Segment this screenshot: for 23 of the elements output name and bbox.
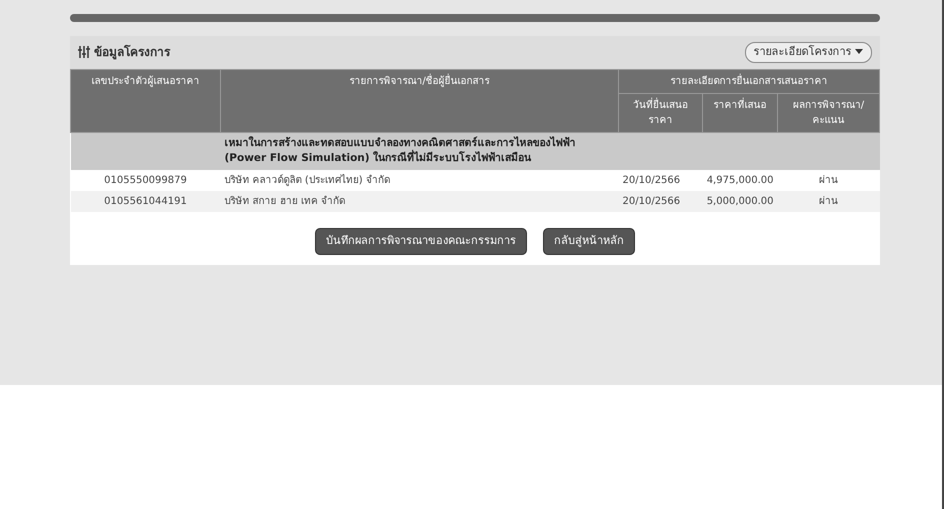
table-cell: 5,000,000.00 (702, 191, 778, 212)
table-cell: ผ่าน (777, 170, 880, 191)
home-button[interactable]: กลับสู่หน้าหลัก (543, 228, 635, 254)
sliders-icon (78, 46, 90, 58)
column-header: รายละเอียดการยื่นเอกสารเสนอราคา (618, 69, 880, 93)
table-cell: บริษัท สกาย ฮาย เทค จำกัด (220, 191, 618, 212)
table-cell: บริษัท คลาวด์ดูลิต (ประเทศไทย) จำกัด (220, 170, 618, 191)
table-cell: 0105550099879 (70, 170, 220, 191)
column-header: เลขประจำตัวผู้เสนอราคา (70, 69, 220, 132)
column-header: ราคาที่เสนอ (702, 93, 778, 132)
table-cell: 0105561044191 (70, 191, 220, 212)
save-button[interactable]: บันทึกผลการพิจารณาของคณะกรรมการ (315, 228, 527, 254)
caret-icon (855, 49, 863, 54)
project-name: เหมาในการสร้างและทดสอบแบบจำลองทางคณิตศาสตร์และการไหลของไฟฟ้า (Power Flow Simulation) ในกรณีที่ไม่มีระบบโรงไฟฟ้าเสมือน (220, 132, 618, 170)
details-dropdown[interactable]: รายละเอียดโครงการ (744, 42, 872, 62)
column-header: รายการพิจารณา/ชื่อผู้ยื่นเอกสาร (220, 69, 618, 132)
column-header: วันที่ยื่นเสนอราคา (618, 93, 703, 132)
table-cell: 4,975,000.00 (702, 170, 778, 191)
table-cell: 20/10/2566 (618, 170, 703, 191)
table-cell: ผ่าน (777, 191, 880, 212)
column-header: ผลการพิจารณา/คะแนน (777, 93, 880, 132)
panel-title: ข้อมูลโครงการ (94, 44, 170, 62)
table-cell: 20/10/2566 (618, 191, 703, 212)
